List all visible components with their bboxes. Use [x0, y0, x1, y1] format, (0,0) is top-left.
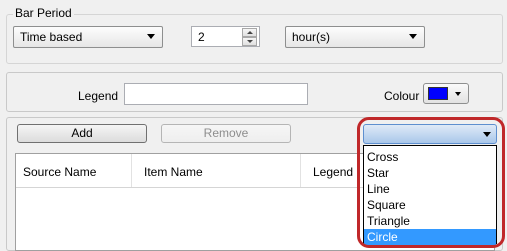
chevron-down-icon — [147, 34, 155, 39]
bar-period-label: Bar Period — [13, 6, 74, 20]
legend-label: Legend — [78, 89, 119, 103]
colour-label: Colour — [384, 89, 420, 103]
marker-option-cross[interactable]: Cross — [364, 149, 496, 165]
legend-input[interactable] — [124, 83, 308, 105]
chevron-down-icon — [409, 34, 417, 39]
column-header-source-name[interactable]: Source Name — [23, 165, 133, 179]
column-divider[interactable] — [300, 154, 301, 187]
period-unit-select[interactable]: hour(s) — [285, 26, 425, 48]
marker-option-circle[interactable]: Circle — [364, 229, 496, 245]
marker-style-select[interactable] — [363, 124, 497, 144]
period-count-spinner[interactable]: 2 — [191, 26, 260, 47]
period-unit-value: hour(s) — [292, 30, 331, 44]
period-mode-select[interactable]: Time based — [13, 26, 163, 48]
column-header-item-name[interactable]: Item Name — [144, 165, 294, 179]
remove-button[interactable]: Remove — [161, 124, 291, 143]
colour-picker-button[interactable] — [423, 83, 469, 104]
column-divider[interactable] — [131, 154, 132, 187]
period-count-value: 2 — [198, 30, 205, 44]
spin-up-icon — [247, 31, 253, 34]
period-mode-value: Time based — [20, 30, 83, 44]
marker-option-square[interactable]: Square — [364, 197, 496, 213]
marker-option-triangle[interactable]: Triangle — [364, 213, 496, 229]
spin-down-icon — [247, 40, 253, 43]
spin-down-button[interactable] — [242, 37, 257, 46]
chevron-down-icon — [455, 92, 461, 96]
marker-style-list: Cross Star Line Square Triangle Circle — [363, 145, 497, 245]
chevron-down-icon — [483, 132, 491, 137]
colour-swatch — [428, 87, 448, 100]
spin-up-button[interactable] — [242, 28, 257, 37]
marker-option-line[interactable]: Line — [364, 181, 496, 197]
marker-option-star[interactable]: Star — [364, 165, 496, 181]
add-button[interactable]: Add — [17, 124, 147, 143]
